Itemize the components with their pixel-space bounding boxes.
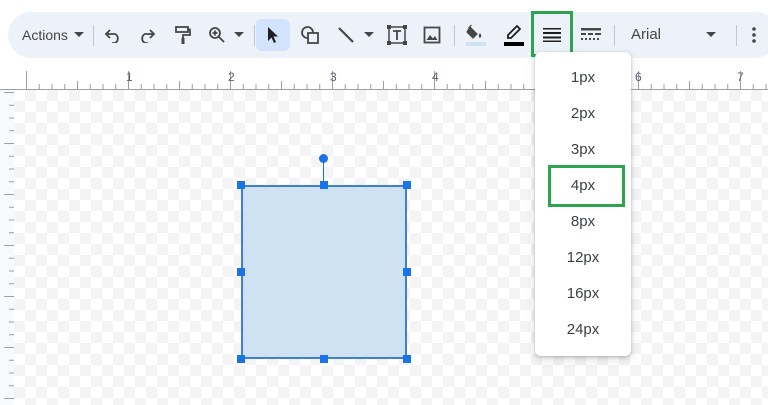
menu-item-12px[interactable]: 12px: [535, 241, 631, 275]
image-icon[interactable]: [420, 12, 444, 58]
selected-rectangle-shape[interactable]: [241, 185, 407, 359]
resize-handle-bottom[interactable]: [320, 355, 328, 363]
redo-icon[interactable]: [134, 12, 160, 58]
toolbar-divider: [736, 25, 737, 46]
resize-handle-right[interactable]: [403, 268, 411, 276]
zoom-icon[interactable]: [206, 12, 228, 58]
toolbar-divider: [93, 25, 94, 46]
select-pointer-icon[interactable]: [264, 12, 282, 58]
resize-handle-left[interactable]: [237, 268, 245, 276]
ruler-number: 1: [126, 70, 133, 84]
rotation-handle[interactable]: [319, 154, 328, 163]
shape-icon[interactable]: [298, 12, 322, 58]
paint-format-icon[interactable]: [170, 12, 196, 58]
ruler-number: 7: [737, 70, 744, 84]
undo-icon[interactable]: [100, 12, 126, 58]
actions-dropdown-arrow-icon[interactable]: [72, 12, 86, 58]
text-box-icon[interactable]: [384, 12, 410, 58]
more-icon[interactable]: [748, 12, 760, 58]
horizontal-ruler: [0, 69, 768, 90]
toolbar-divider: [254, 25, 255, 46]
ruler-number: 6: [635, 70, 642, 84]
zoom-dropdown-arrow-icon[interactable]: [232, 12, 246, 58]
vertical-ruler: [0, 90, 14, 405]
ruler-number: 3: [330, 70, 337, 84]
font-dropdown-arrow-icon[interactable]: [704, 12, 718, 58]
menu-item-2px[interactable]: 2px: [535, 97, 631, 131]
resize-handle-bottom-right[interactable]: [403, 355, 411, 363]
actions-menu-label[interactable]: Actions: [22, 12, 68, 58]
border-color-icon[interactable]: [501, 12, 527, 58]
toolbar-divider: [454, 25, 455, 46]
menu-item-1px[interactable]: 1px: [535, 61, 631, 95]
ruler-number: 4: [432, 70, 439, 84]
resize-handle-top[interactable]: [320, 181, 328, 189]
line-dropdown-arrow-icon[interactable]: [362, 12, 376, 58]
toolbar-divider: [614, 25, 615, 46]
menu-item-3px[interactable]: 3px: [535, 133, 631, 167]
menu-item-24px[interactable]: 24px: [535, 313, 631, 347]
ruler-number: 2: [228, 70, 235, 84]
menu-item-8px[interactable]: 8px: [535, 205, 631, 239]
menu-item-4px-highlight: [548, 165, 625, 207]
menu-item-16px[interactable]: 16px: [535, 277, 631, 311]
line-icon[interactable]: [334, 12, 358, 58]
font-family-select[interactable]: Arial: [631, 12, 661, 58]
resize-handle-top-right[interactable]: [403, 181, 411, 189]
fill-color-icon[interactable]: [463, 12, 489, 58]
resize-handle-top-left[interactable]: [237, 181, 245, 189]
resize-handle-bottom-left[interactable]: [237, 355, 245, 363]
